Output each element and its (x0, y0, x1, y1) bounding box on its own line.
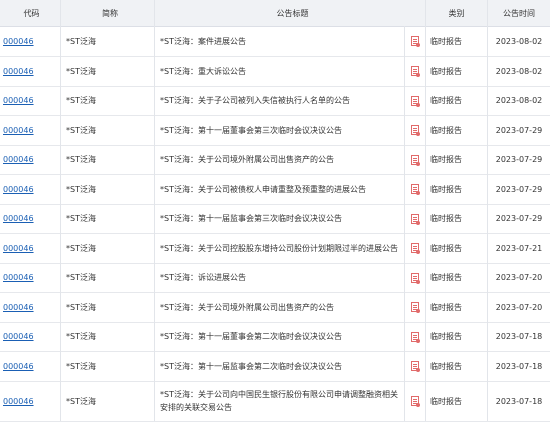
pdf-file-icon[interactable] (411, 66, 420, 77)
table-row: 000046 *ST泛海 *ST泛海：关于子公司被列入失信被执行人名单的公告 临时报告… (0, 86, 550, 116)
table-header: 代码 简称 公告标题 类别 公告时间 (0, 0, 550, 27)
pdf-file-icon[interactable] (411, 331, 420, 343)
stock-code-link[interactable]: 000046 (3, 96, 34, 105)
pdf-file-icon[interactable] (411, 184, 420, 195)
table-row: 000046 *ST泛海 *ST泛海：诉讼进展公告 临时报告 2023-07-20 (0, 263, 550, 293)
pdf-file-icon[interactable] (411, 361, 420, 372)
stock-name: *ST泛海 (61, 26, 155, 56)
announcement-title[interactable]: *ST泛海：关于公司被债权人申请重整及预重整的进展公告 (160, 183, 366, 196)
pdf-file-icon[interactable] (411, 213, 420, 225)
stock-code-link[interactable]: 000046 (3, 397, 34, 406)
announcement-date: 2023-07-20 (495, 273, 543, 282)
stock-code-link[interactable]: 000046 (3, 244, 34, 253)
stock-code-link[interactable]: 000046 (3, 303, 34, 312)
announcement-type: 临时报告 (426, 86, 488, 115)
table-row: 000046 *ST泛海 *ST泛海：第十一届监事会第二次临时会议决议公告 临时报告 2… (0, 351, 550, 382)
stock-name: *ST泛海 (61, 263, 155, 292)
announcement-date: 2023-08-02 (495, 36, 543, 46)
announcement-type: 临时报告 (426, 204, 488, 233)
announcement-title[interactable]: *ST泛海：关于公司境外附属公司出售资产的公告 (160, 153, 334, 166)
table-row: 000046 *ST泛海 *ST泛海：第十一届董事会第二次临时会议决议公告 临时报告 2… (0, 322, 550, 352)
header-name: 简称 (61, 0, 155, 26)
announcement-type: 临时报告 (426, 26, 488, 56)
announcement-date: 2023-07-29 (495, 214, 543, 223)
stock-code-link[interactable]: 000046 (3, 126, 34, 135)
announcement-title[interactable]: *ST泛海：第十一届监事会第三次临时会议决议公告 (160, 212, 342, 225)
announcement-date: 2023-07-29 (495, 155, 543, 164)
announcement-title[interactable]: *ST泛海：第十一届董事会第二次临时会议决议公告 (160, 330, 342, 343)
announcement-type: 临时报告 (426, 292, 488, 322)
table-row: 000046 *ST泛海 *ST泛海：关于公司境外附属公司出售资产的公告 临时报告 20… (0, 292, 550, 323)
announcement-type: 临时报告 (426, 263, 488, 292)
header-title: 公告标题 (155, 0, 426, 26)
stock-name: *ST泛海 (61, 56, 155, 86)
table-row: 000046 *ST泛海 *ST泛海：关于公司控股股东增持公司股份计划期限过半的进展… (0, 233, 550, 264)
header-type: 类别 (426, 0, 488, 26)
announcement-type: 临时报告 (426, 233, 488, 263)
header-code: 代码 (0, 0, 61, 26)
stock-code-link[interactable]: 000046 (3, 155, 34, 164)
table-row: 000046 *ST泛海 *ST泛海：重大诉讼公告 临时报告 2023-08-02 (0, 56, 550, 87)
announcement-date: 2023-07-18 (495, 332, 543, 341)
announcement-date: 2023-08-02 (495, 96, 543, 105)
stock-name: *ST泛海 (61, 86, 155, 115)
announcement-type: 临时报告 (426, 381, 488, 421)
pdf-file-icon[interactable] (411, 396, 420, 407)
table-row: 000046 *ST泛海 *ST泛海：关于公司境外附属公司出售资产的公告 临时报告 20… (0, 145, 550, 175)
announcement-title[interactable]: *ST泛海：第十一届董事会第三次临时会议决议公告 (160, 124, 342, 137)
header-time: 公告时间 (503, 8, 535, 18)
stock-name: *ST泛海 (61, 351, 155, 381)
stock-name: *ST泛海 (61, 145, 155, 174)
announcement-date: 2023-07-18 (495, 361, 543, 371)
announcement-title[interactable]: *ST泛海：重大诉讼公告 (160, 65, 246, 78)
stock-code-link[interactable]: 000046 (3, 273, 34, 282)
announcement-title[interactable]: *ST泛海：关于公司控股股东增持公司股份计划期限过半的进展公告 (160, 242, 398, 255)
table-row: 000046 *ST泛海 *ST泛海：案件进展公告 临时报告 2023-08-02 (0, 26, 550, 57)
stock-code-link[interactable]: 000046 (3, 37, 34, 46)
table-row: 000046 *ST泛海 *ST泛海：关于公司向中国民生银行股份有限公司申请调整融资… (0, 381, 550, 422)
announcement-date: 2023-07-21 (495, 243, 543, 253)
announcement-date: 2023-08-02 (495, 66, 543, 76)
announcement-title[interactable]: *ST泛海：诉讼进展公告 (160, 271, 246, 284)
stock-name: *ST泛海 (61, 174, 155, 204)
stock-code-link[interactable]: 000046 (3, 362, 34, 371)
announcement-type: 临时报告 (426, 145, 488, 174)
pdf-file-icon[interactable] (411, 302, 420, 313)
table-row: 000046 *ST泛海 *ST泛海：第十一届董事会第三次临时会议决议公告 临时报告 2… (0, 115, 550, 146)
stock-name: *ST泛海 (61, 233, 155, 263)
announcement-date: 2023-07-29 (495, 125, 543, 135)
stock-code-link[interactable]: 000046 (3, 67, 34, 76)
announcement-title[interactable]: *ST泛海：关于子公司被列入失信被执行人名单的公告 (160, 94, 350, 107)
announcement-type: 临时报告 (426, 322, 488, 351)
announcement-title[interactable]: *ST泛海：第十一届监事会第二次临时会议决议公告 (160, 360, 342, 373)
announcement-date: 2023-07-20 (495, 302, 543, 312)
stock-name: *ST泛海 (61, 292, 155, 322)
pdf-file-icon[interactable] (411, 125, 420, 136)
pdf-file-icon[interactable] (411, 95, 420, 107)
announcement-type: 临时报告 (426, 56, 488, 86)
table-row: 000046 *ST泛海 *ST泛海：第十一届监事会第三次临时会议决议公告 临时报告 2… (0, 204, 550, 234)
announcement-type: 临时报告 (426, 174, 488, 204)
pdf-file-icon[interactable] (411, 36, 420, 47)
pdf-file-icon[interactable] (411, 154, 420, 166)
announcement-title[interactable]: *ST泛海：案件进展公告 (160, 35, 246, 48)
pdf-file-icon[interactable] (411, 272, 420, 284)
stock-name: *ST泛海 (61, 115, 155, 145)
stock-name: *ST泛海 (61, 381, 155, 421)
announcement-title[interactable]: *ST泛海：关于公司向中国民生银行股份有限公司申请调整融资相关安排的关联交易公告 (160, 388, 404, 414)
pdf-file-icon[interactable] (411, 243, 420, 254)
announcement-type: 临时报告 (426, 351, 488, 381)
announcement-date: 2023-07-29 (495, 184, 543, 194)
announcement-title[interactable]: *ST泛海：关于公司境外附属公司出售资产的公告 (160, 301, 334, 314)
announcement-type: 临时报告 (426, 115, 488, 145)
stock-code-link[interactable]: 000046 (3, 332, 34, 341)
stock-name: *ST泛海 (61, 322, 155, 351)
stock-code-link[interactable]: 000046 (3, 214, 34, 223)
stock-name: *ST泛海 (61, 204, 155, 233)
stock-code-link[interactable]: 000046 (3, 185, 34, 194)
table-row: 000046 *ST泛海 *ST泛海：关于公司被债权人申请重整及预重整的进展公告 临时… (0, 174, 550, 205)
announcement-date: 2023-07-18 (495, 396, 543, 406)
